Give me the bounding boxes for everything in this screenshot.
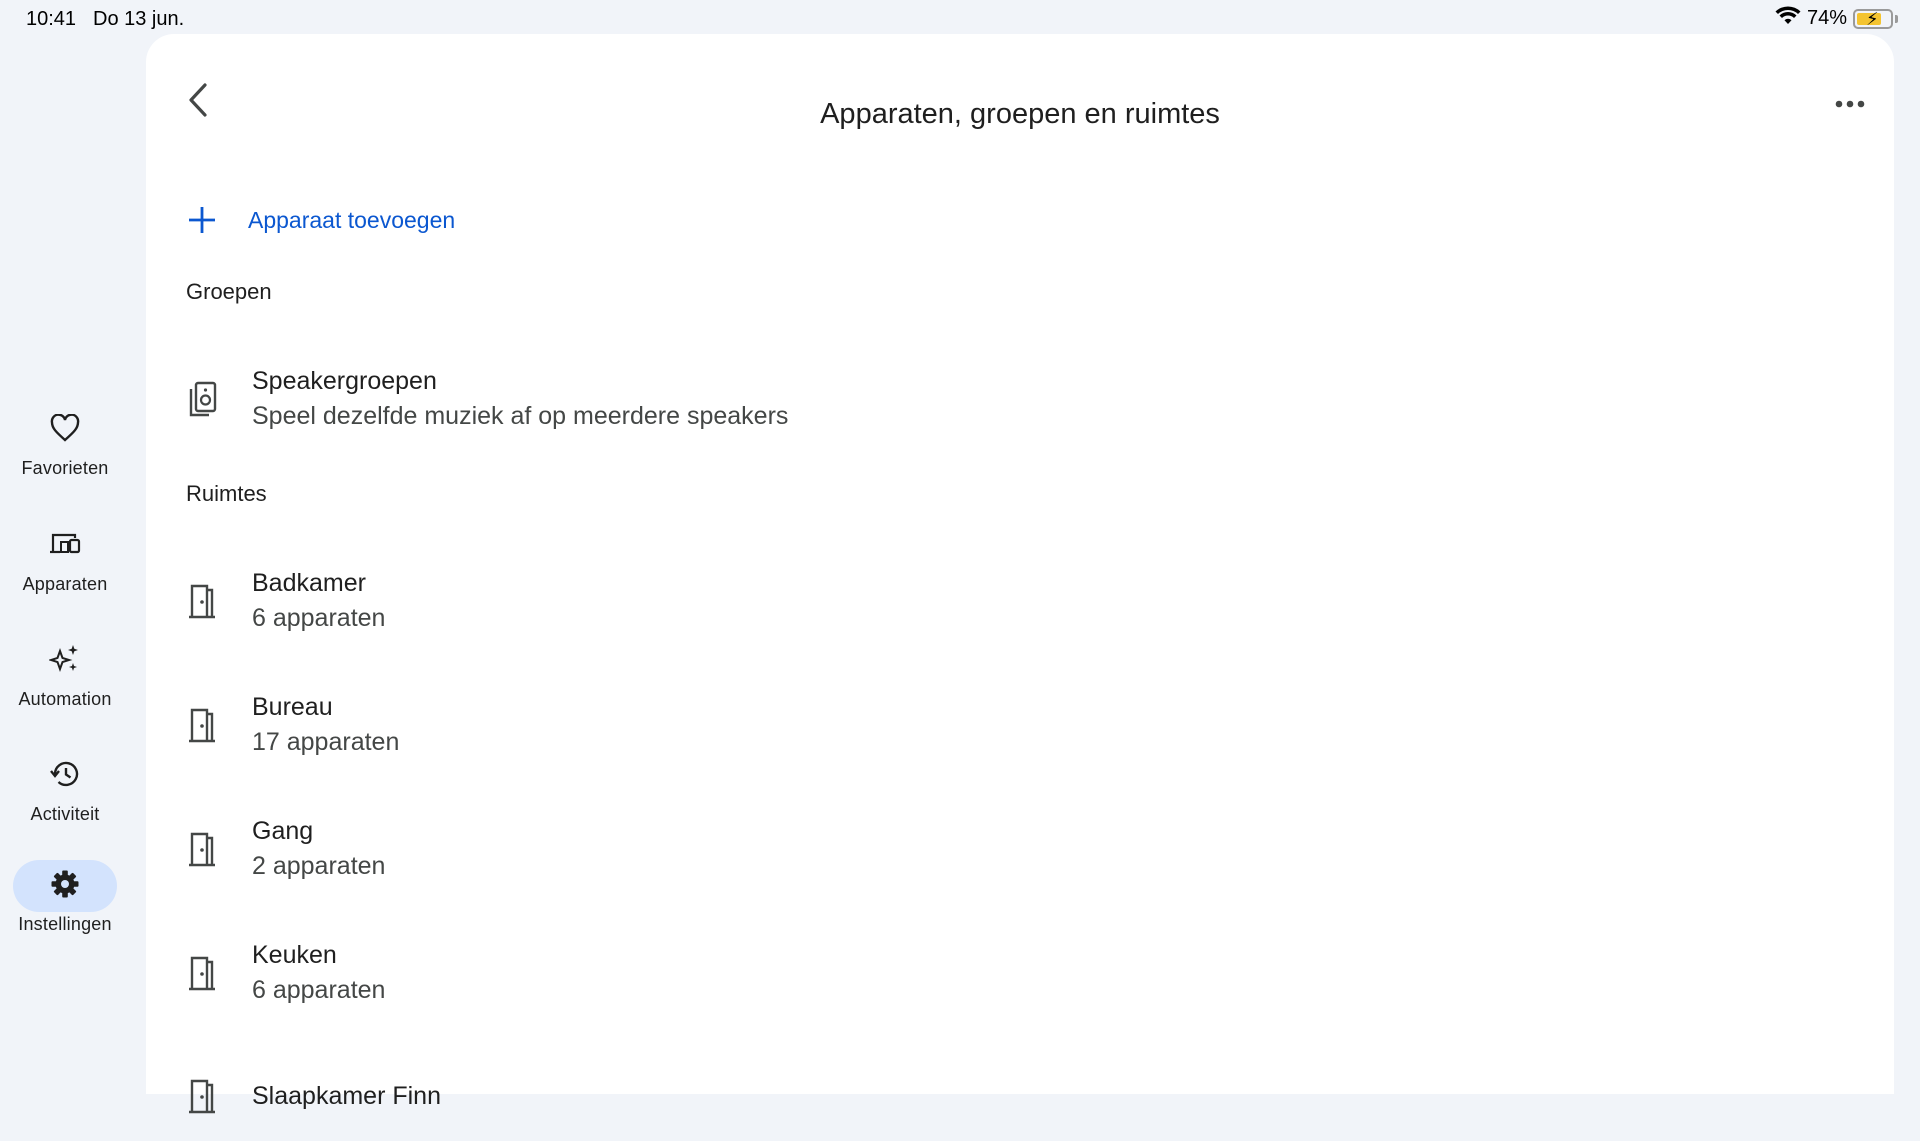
devices-icon [49, 531, 81, 562]
door-icon [186, 705, 218, 745]
gear-icon [50, 869, 80, 904]
list-item-title: Badkamer [252, 569, 366, 597]
list-item-speakergroepen[interactable]: Speakergroepen Speel dezelfde muziek af … [186, 354, 1786, 444]
list-item-subtitle: 2 apparaten [252, 852, 386, 880]
list-item-text: Speakergroepen Speel dezelfde muziek af … [252, 364, 788, 434]
list-item-title: Gang [252, 817, 314, 845]
page-title: Apparaten, groepen en ruimtes [820, 98, 1220, 130]
door-icon [186, 581, 218, 621]
list-item-room[interactable]: Bureau 17 apparaten [186, 680, 1786, 770]
battery-tip [1895, 14, 1898, 23]
status-time: 10:41 [26, 8, 77, 30]
nav-automation[interactable]: Automation [0, 635, 130, 710]
status-right: 74% ⚡ [1775, 6, 1898, 31]
nav-favorieten-label: Favorieten [21, 458, 109, 478]
list-item-subtitle: 17 apparaten [252, 728, 400, 756]
speaker-group-icon [186, 379, 218, 419]
nav-instellingen[interactable]: Instellingen [0, 860, 130, 935]
rooms-heading: Ruimtes [186, 481, 267, 506]
nav-favorieten[interactable]: Favorieten [0, 404, 130, 479]
nav-activiteit[interactable]: Activiteit [0, 750, 130, 825]
nav-automation-label: Automation [18, 689, 112, 709]
list-item-title: Slaapkamer Finn [252, 1082, 441, 1110]
list-item-title: Bureau [252, 693, 333, 721]
nav-activiteit-pill [13, 750, 117, 802]
status-bar: 10:41 Do 13 jun. 74% ⚡ [0, 0, 1920, 36]
list-item-text: Badkamer 6 apparaten [252, 566, 385, 636]
nav-activiteit-label: Activiteit [30, 804, 100, 824]
history-icon [50, 759, 80, 794]
add-device-label: Apparaat toevoegen [248, 206, 456, 233]
list-item-room[interactable]: Badkamer 6 apparaten [186, 556, 1786, 646]
door-icon [186, 1076, 218, 1116]
nav-automation-pill [13, 635, 117, 687]
wifi-icon [1775, 6, 1801, 31]
charging-bolt-icon: ⚡ [1866, 8, 1879, 29]
nav-apparaten[interactable]: Apparaten [0, 520, 130, 595]
plus-icon [186, 204, 218, 236]
main-card: Apparaten, groepen en ruimtes Apparaat t… [146, 34, 1894, 1114]
add-device-button[interactable]: Apparaat toevoegen [186, 204, 455, 236]
sparkle-icon [47, 643, 81, 680]
list-item-subtitle: Speel dezelfde muziek af op meerdere spe… [252, 402, 789, 430]
list-item-subtitle: 6 apparaten [252, 604, 386, 632]
list-item-room[interactable]: Keuken 6 apparaten [186, 928, 1786, 1018]
list-item-title: Keuken [252, 941, 337, 969]
heart-icon [50, 412, 80, 447]
more-options-button[interactable] [1828, 82, 1872, 126]
list-item-text: Slaapkamer Finn [252, 1079, 441, 1113]
status-date: Do 13 jun. [93, 8, 185, 30]
list-item-title: Speakergroepen [252, 367, 437, 395]
list-item-room[interactable]: Gang 2 apparaten [186, 804, 1786, 894]
list-item-text: Keuken 6 apparaten [252, 938, 385, 1008]
top-app-bar: Apparaten, groepen en ruimtes [146, 34, 1894, 152]
door-icon [186, 953, 218, 993]
more-horizontal-icon [1835, 95, 1865, 113]
battery-percent: 74% [1806, 7, 1847, 29]
door-icon [186, 829, 218, 869]
list-item-room[interactable]: Slaapkamer Finn [186, 1051, 1786, 1141]
nav-instellingen-pill [13, 860, 117, 912]
nav-apparaten-label: Apparaten [22, 574, 108, 594]
nav-apparaten-pill [13, 520, 117, 572]
list-item-text: Bureau 17 apparaten [252, 690, 399, 760]
nav-rail: Favorieten Apparaten Automation Activite… [0, 36, 146, 1076]
nav-favorieten-pill [13, 404, 117, 456]
list-item-subtitle: 6 apparaten [252, 976, 386, 1004]
nav-instellingen-label: Instellingen [18, 914, 112, 934]
battery-icon: ⚡ [1853, 8, 1893, 29]
groups-heading: Groepen [186, 279, 272, 304]
list-item-text: Gang 2 apparaten [252, 814, 385, 884]
